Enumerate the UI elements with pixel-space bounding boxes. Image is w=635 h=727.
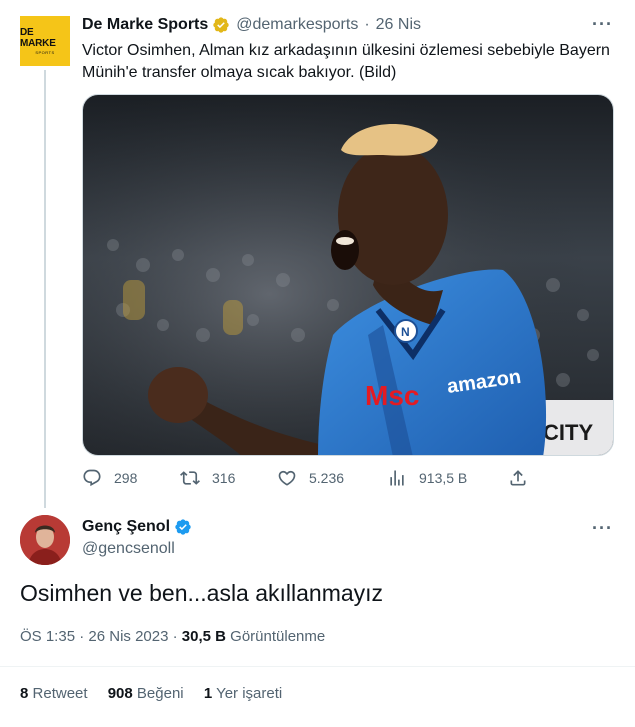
more-options-icon[interactable]: ··· (592, 518, 613, 539)
author-handle[interactable]: @demarkesports (236, 16, 358, 34)
divider (0, 666, 635, 667)
bookmarks-count: 1 (203, 685, 213, 702)
football-player-celebration-image: CITY N Msc amazon (83, 95, 613, 455)
more-options-icon[interactable]: ··· (592, 14, 613, 35)
author-name[interactable]: De Marke Sports (82, 16, 208, 34)
tweet-date[interactable]: 26 Nis (376, 16, 421, 34)
author-name[interactable]: Genç Şenol (82, 518, 170, 536)
tweet-photo[interactable]: CITY N Msc amazon (82, 94, 614, 456)
retweet-icon (180, 471, 200, 485)
like-button[interactable]: 5.236 (277, 468, 344, 488)
svg-text:N: N (401, 325, 410, 339)
demarke-avatar[interactable]: DE MARKE SPORTS (20, 16, 70, 66)
tweet-time[interactable]: ÖS 1:35 (20, 628, 75, 645)
verified-blue-badge-icon (175, 519, 191, 535)
retweet-count: 316 (212, 470, 236, 486)
share-icon (510, 470, 526, 486)
views-bar-chart-icon (390, 470, 404, 486)
share-button[interactable] (508, 468, 540, 488)
avatar-logo-subtext: SPORTS (35, 50, 55, 55)
tweet-meta: ÖS 1:35 · 26 Nis 2023 · 30,5 B Görüntüle… (20, 628, 325, 645)
tweet-date[interactable]: 26 Nis 2023 (88, 628, 168, 645)
retweets-stat[interactable]: 8 Retweet (20, 685, 88, 702)
likes-label: Beğeni (136, 685, 184, 702)
main-tweet-text: Osimhen ve ben...asla akıllanmayız (20, 580, 384, 606)
author-handle[interactable]: @gencsenoll (82, 540, 175, 558)
separator-dot: · (172, 628, 178, 645)
reply-button[interactable]: 298 (82, 468, 137, 488)
jersey-sponsor-msc: Msc (365, 380, 419, 411)
retweets-count: 8 (20, 685, 29, 702)
parent-tweet-header: De Marke Sports @demarkesports · 26 Nis (82, 16, 421, 34)
parent-tweet-actions: 298 316 5.236 913,5 B (82, 468, 542, 492)
engagement-stats: 8 Retweet 908 Beğeni 1 Yer işareti (20, 685, 282, 702)
views-button[interactable]: 913,5 B (387, 468, 467, 488)
reply-count: 298 (114, 470, 138, 486)
separator-dot: · (364, 16, 370, 33)
views-count: 30,5 B (181, 628, 226, 645)
views-label: Görüntülenme (230, 628, 326, 645)
thread-connector-line (44, 70, 46, 508)
parent-tweet-text: Victor Osimhen, Alman kız arkadaşının ül… (82, 42, 610, 81)
verified-gold-badge-icon (213, 17, 229, 33)
board-text: CITY (543, 420, 593, 445)
bookmarks-label: Yer işareti (216, 685, 283, 702)
like-count: 5.236 (309, 470, 345, 486)
view-count: 913,5 B (419, 470, 468, 486)
avatar-logo-text: DE MARKE (20, 27, 56, 49)
likes-count: 908 (107, 685, 133, 702)
main-tweet-header: Genç Şenol (82, 518, 192, 536)
retweet-button[interactable]: 316 (180, 468, 235, 488)
separator-dot: · (79, 628, 85, 645)
likes-stat[interactable]: 908 Beğeni (108, 685, 184, 702)
bookmarks-stat[interactable]: 1 Yer işareti (204, 685, 282, 702)
gencsenol-avatar[interactable] (20, 515, 70, 565)
reply-icon (83, 469, 101, 487)
heart-icon (278, 470, 296, 486)
retweets-label: Retweet (32, 685, 88, 702)
